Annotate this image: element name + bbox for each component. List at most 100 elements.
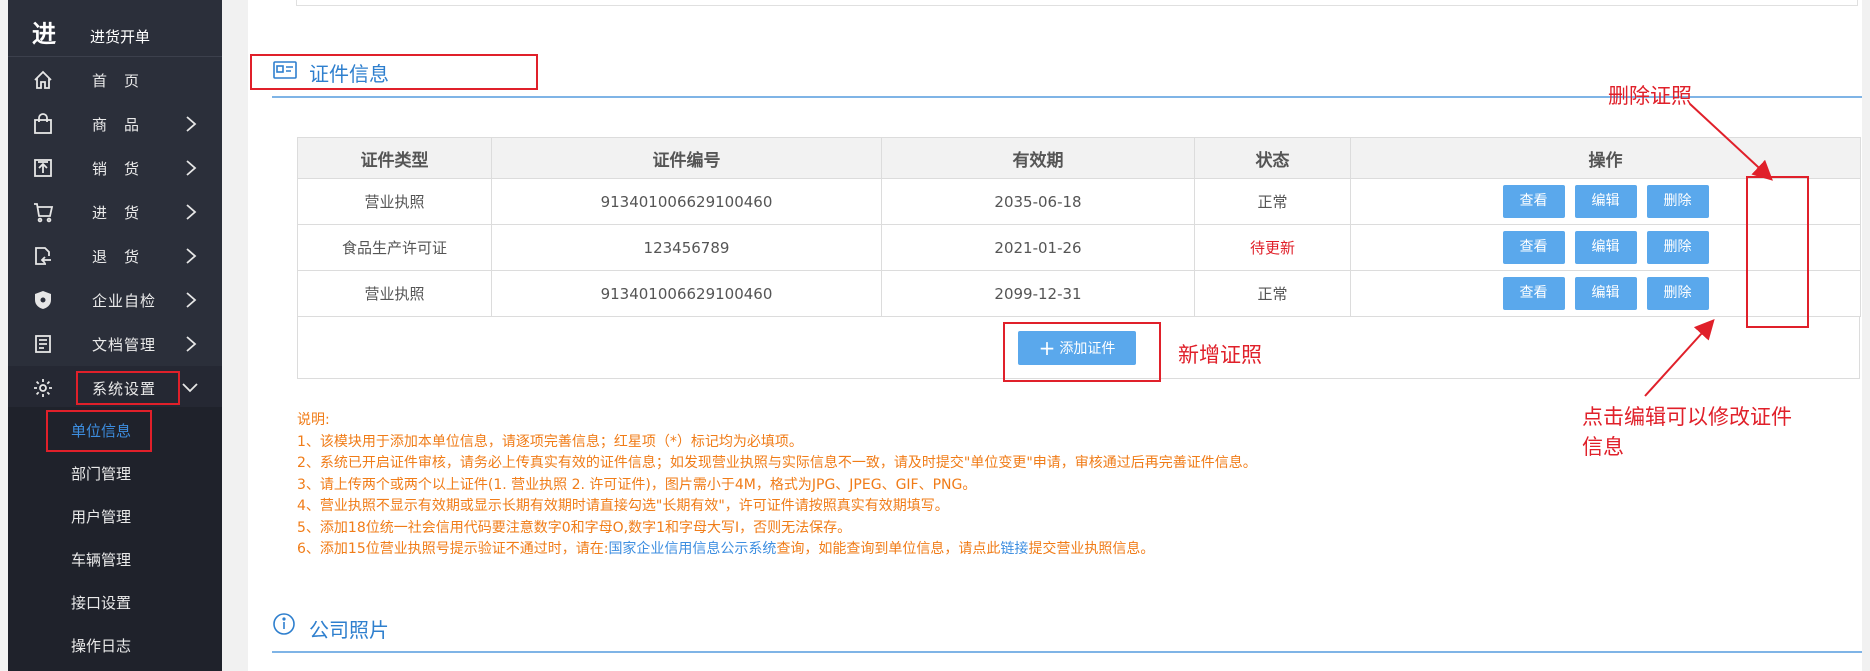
note-text: 查询，如能查询到单位信息，请点此 [776, 541, 1001, 557]
nav-item-goods[interactable]: 商 品 [8, 102, 222, 146]
highlight-settings [76, 371, 180, 405]
chevron-right-icon [186, 116, 197, 132]
cell-status: 正常 [1194, 178, 1351, 225]
info-icon [273, 613, 295, 635]
nav-label-return: 退 货 [92, 248, 141, 266]
table-row: 食品生产许可证 123456789 2021-01-26 待更新 查看 编辑 删除 [297, 224, 1861, 271]
highlight-cert-title [250, 54, 538, 90]
nav-item-sales[interactable]: 销 货 [8, 146, 222, 190]
section-divider [272, 651, 1862, 653]
subitem-label: 用户管理 [71, 508, 132, 526]
nav-item-return[interactable]: 退 货 [8, 234, 222, 278]
brand-char: 进 [32, 20, 56, 48]
section-title-photos: 公司照片 [309, 618, 389, 642]
table-row: 营业执照 913401006629100460 2035-06-18 正常 查看… [297, 178, 1861, 225]
cell-type: 食品生产许可证 [297, 224, 492, 271]
subitem-label: 部门管理 [71, 465, 132, 483]
annotation-edit-line1: 点击编辑可以修改证件 [1582, 405, 1792, 429]
subitem-label: 操作日志 [71, 637, 132, 655]
view-button[interactable]: 查看 [1502, 277, 1565, 310]
notes-heading: 说明: [297, 412, 330, 428]
note-line: 2、系统已开启证件审核，请务必上传真实有效的证件信息；如发现营业执照与实际信息不… [297, 455, 1257, 471]
note-line: 6、添加15位营业执照号提示验证不通过时，请在:国家企业信用信息公示系统查询，如… [297, 539, 1497, 561]
nav-label-documents: 文档管理 [92, 336, 157, 354]
gear-icon [34, 379, 52, 397]
scrollbar-track[interactable] [1862, 0, 1870, 671]
return-doc-icon [35, 247, 51, 265]
shield-icon [35, 291, 51, 309]
edit-button[interactable]: 编辑 [1574, 231, 1637, 264]
edit-button[interactable]: 编辑 [1574, 185, 1637, 218]
chevron-right-icon [186, 204, 197, 220]
gov-credit-link[interactable]: 国家企业信用信息公示系统 [608, 541, 776, 557]
col-header-expiry: 有效期 [881, 137, 1195, 179]
nav-label-home: 首 页 [92, 72, 141, 90]
highlight-unit-info [46, 410, 152, 452]
view-button[interactable]: 查看 [1502, 231, 1565, 264]
note-line: 5、添加18位统一社会信用代码要注意数字0和字母O,数字1和字母大写I，否则无法… [297, 519, 852, 536]
table-header-row: 证件类型 证件编号 有效期 状态 操作 [297, 137, 1861, 179]
cell-type: 营业执照 [297, 270, 492, 317]
note-line: 1、该模块用于添加本单位信息，请逐项完善信息；红星项（*）标记均为必填项。 [297, 433, 803, 450]
highlight-add-button [1003, 322, 1161, 382]
license-submit-link[interactable]: 链接 [1000, 541, 1028, 557]
subitem-label: 接口设置 [71, 594, 132, 612]
nav-label-purchase: 进 货 [92, 204, 141, 222]
document-icon [35, 335, 51, 353]
upload-box-icon [34, 159, 52, 177]
cell-expiry: 2021-01-26 [881, 224, 1195, 271]
nav-item-self-check[interactable]: 企业自检 [8, 278, 222, 322]
annotation-delete: 删除证照 [1608, 84, 1692, 108]
chevron-right-icon [186, 292, 197, 308]
brand-text: 进货开单 [90, 28, 151, 46]
cart-icon [34, 203, 54, 223]
cell-number: 913401006629100460 [491, 270, 882, 317]
bag-icon [34, 113, 52, 134]
subitem-users[interactable]: 用户管理 [8, 495, 222, 537]
previous-table-bottom [296, 0, 1858, 6]
nav-label-self-check: 企业自检 [92, 292, 157, 310]
highlight-delete-column [1746, 176, 1809, 328]
subitem-department[interactable]: 部门管理 [8, 452, 222, 494]
subitem-vehicles[interactable]: 车辆管理 [8, 538, 222, 580]
nav-item-home[interactable]: 首 页 [8, 58, 222, 102]
chevron-right-icon [186, 248, 197, 264]
cell-number: 123456789 [491, 224, 882, 271]
annotation-edit-line2: 信息 [1582, 435, 1624, 459]
subitem-label: 车辆管理 [71, 551, 132, 569]
delete-button[interactable]: 删除 [1646, 231, 1709, 264]
chevron-right-icon [186, 336, 197, 352]
nav-label-sales: 销 货 [92, 160, 141, 178]
col-header-number: 证件编号 [491, 137, 882, 179]
delete-button[interactable]: 删除 [1646, 277, 1709, 310]
cell-expiry: 2035-06-18 [881, 178, 1195, 225]
cell-type: 营业执照 [297, 178, 492, 225]
delete-button[interactable]: 删除 [1646, 185, 1709, 218]
content-gutter [222, 0, 248, 671]
notes-block: 说明: 1、该模块用于添加本单位信息，请逐项完善信息；红星项（*）标记均为必填项… [297, 410, 1497, 561]
col-header-status: 状态 [1194, 137, 1351, 179]
subitem-interface[interactable]: 接口设置 [8, 581, 222, 623]
chevron-down-icon [182, 383, 198, 393]
cell-number: 913401006629100460 [491, 178, 882, 225]
view-button[interactable]: 查看 [1502, 185, 1565, 218]
annotation-add: 新增证照 [1178, 343, 1262, 367]
nav-item-documents[interactable]: 文档管理 [8, 322, 222, 366]
note-text: 6、添加15位营业执照号提示验证不通过时，请在: [297, 541, 609, 557]
sidebar: 进 进货开单 首 页 商 品 销 货 进 货 退 货 企业自检 文档管理 系统设… [0, 0, 222, 671]
note-line: 4、营业执照不显示有效期或显示长期有效期时请直接勾选"长期有效"，许可证件请按照… [297, 498, 949, 514]
table-row: 营业执照 913401006629100460 2099-12-31 正常 查看… [297, 270, 1861, 317]
cell-status: 待更新 [1194, 224, 1351, 271]
subitem-op-log[interactable]: 操作日志 [8, 624, 222, 666]
nav-label-goods: 商 品 [92, 116, 141, 134]
nav-item-purchase[interactable]: 进 货 [8, 190, 222, 234]
sidebar-brand[interactable]: 进 进货开单 [8, 0, 222, 57]
home-icon [34, 70, 52, 89]
col-header-type: 证件类型 [297, 137, 492, 179]
sidebar-edge [0, 0, 8, 671]
col-header-actions: 操作 [1350, 137, 1861, 179]
edit-button[interactable]: 编辑 [1574, 277, 1637, 310]
note-text: 提交营业执照信息。 [1028, 541, 1155, 557]
cell-expiry: 2099-12-31 [881, 270, 1195, 317]
note-line: 3、请上传两个或两个以上证件(1. 营业执照 2. 许可证件)，图片需小于4M，… [297, 476, 977, 493]
